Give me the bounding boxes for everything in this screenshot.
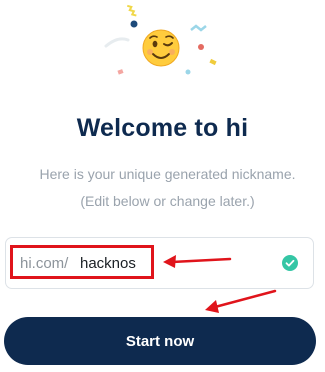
subtitle-line-1: Here is your unique generated nickname. [39, 166, 296, 182]
signup-welcome-page: Welcome to hi Here is your unique genera… [0, 0, 325, 372]
winking-face-emoji-icon [142, 29, 180, 67]
page-title: Welcome to hi [76, 114, 249, 142]
confetti-zigzag-icon [190, 24, 207, 32]
confetti-squiggle-icon [127, 4, 137, 17]
start-now-button[interactable]: Start now [4, 317, 316, 365]
annotation-highlight-box [10, 245, 154, 279]
confetti-dot-icon [198, 44, 204, 50]
check-circle-icon [282, 255, 298, 271]
confetti-dot-icon [185, 69, 191, 75]
annotation-arrow-icon [205, 289, 277, 313]
confetti-square-icon [117, 69, 124, 75]
confetti-emoji-illustration [104, 4, 217, 75]
confetti-dot-icon [130, 20, 138, 28]
confetti-square-icon [209, 58, 217, 66]
confetti-swoosh-icon [104, 37, 130, 48]
subtitle-line-2: (Edit below or change later.) [80, 193, 255, 209]
